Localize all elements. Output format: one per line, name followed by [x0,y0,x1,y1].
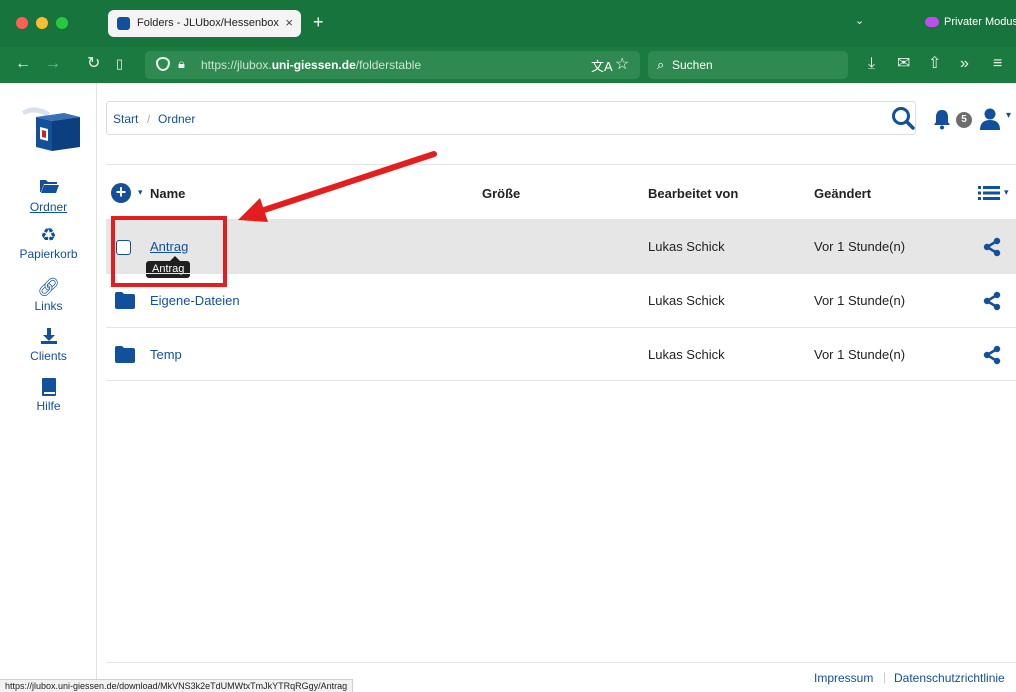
share-icon[interactable] [982,345,1002,365]
overflow-chevron-icon[interactable]: » [960,55,969,73]
column-header-name[interactable]: Name [150,186,185,201]
link-icon: 🔗︎ [37,277,60,297]
app-sidebar: Ordner ♻ Papierkorb 🔗︎ Links Clients Hil… [0,83,97,692]
bell-icon[interactable] [931,108,953,130]
impressum-link[interactable]: Impressum [814,671,873,685]
list-view-icon[interactable] [978,186,1000,200]
translate-icon[interactable]: 文A [591,56,613,75]
lock-icon[interactable]: 🔒︎ [178,56,185,72]
share-icon[interactable] [982,237,1002,257]
book-icon [0,377,97,397]
url-text[interactable]: https://jlubox.uni-giessen.de/folderstab… [201,58,421,72]
sidebar-item-papierkorb[interactable]: ♻ Papierkorb [0,225,97,261]
recycle-icon: ♻ [40,225,57,245]
sidebar-item-links[interactable]: 🔗︎ Links [0,277,97,313]
browser-tab[interactable]: Folders - JLUbox/Hessenbox × [108,10,301,37]
new-tab-button[interactable]: + [313,12,324,32]
breadcrumb-start-link[interactable]: Start [113,112,138,126]
folder-open-icon [0,178,97,198]
add-chevron-down-icon[interactable]: ▾ [138,187,143,198]
back-arrow-icon[interactable]: ← [15,55,31,73]
folder-icon [115,346,135,363]
changed-cell: Vor 1 Stunde(n) [814,293,906,308]
annotation-arrow [238,151,437,222]
annotation-highlight-box [111,216,227,287]
menu-hamburger-icon[interactable]: ≡ [993,55,1002,73]
close-window-button[interactable] [16,17,28,29]
sidebar-item-label: Clients [30,349,67,363]
sidebar-item-label: Hilfe [36,399,61,413]
folder-icon [115,292,135,309]
edited-by-cell: Lukas Schick [648,293,725,308]
table-row[interactable]: Temp Lukas Schick Vor 1 Stunde(n) [106,327,1016,381]
forward-arrow-icon[interactable]: → [45,55,61,73]
address-bar[interactable]: 🔒︎ https://jlubox.uni-giessen.de/folders… [145,51,640,79]
sidebar-item-label: Ordner [29,200,68,214]
sidebar-toggle-icon[interactable]: ▯ [116,55,123,73]
sidebar-item-label: Links [34,299,63,313]
notification-count-badge: 5 [956,112,972,128]
add-button[interactable]: + [111,183,131,203]
maximize-window-button[interactable] [56,17,68,29]
search-icon[interactable] [890,105,916,131]
edited-by-cell: Lukas Schick [648,347,725,362]
browser-tab-bar: Folders - JLUbox/Hessenbox × + ⌄ Private… [0,0,1016,47]
view-chevron-down-icon[interactable]: ▾ [1004,187,1009,198]
footer-divider [106,662,1016,663]
column-header-edited-by[interactable]: Bearbeitet von [648,186,738,201]
bookmark-star-icon[interactable]: ☆ [615,54,629,74]
tab-list-chevron-icon[interactable]: ⌄ [855,14,864,27]
private-mode-icon [925,17,939,27]
changed-cell: Vor 1 Stunde(n) [814,239,906,254]
folder-name-link[interactable]: Eigene-Dateien [150,293,240,308]
site-favicon-icon [117,17,130,30]
breadcrumb-current[interactable]: Ordner [158,112,195,126]
user-menu-chevron-down-icon[interactable]: ▾ [1006,110,1011,121]
table-row[interactable]: Eigene-Dateien Lukas Schick Vor 1 Stunde… [106,273,1016,327]
breadcrumb-separator: / [147,112,151,126]
footer-separator: | [883,670,887,684]
tracking-shield-icon[interactable] [156,57,170,71]
pocket-icon[interactable]: ✉ [897,55,910,73]
search-placeholder: Suchen [672,58,713,72]
column-header-changed[interactable]: Geändert [814,186,871,201]
download-icon [0,327,97,347]
privacy-policy-link[interactable]: Datenschutzrichtlinie [894,671,1005,685]
sidebar-item-clients[interactable]: Clients [0,327,97,363]
sidebar-item-hilfe[interactable]: Hilfe [0,377,97,413]
reload-icon[interactable]: ↻ [87,55,100,73]
user-icon[interactable] [978,107,1002,131]
tab-close-button[interactable]: × [285,15,293,30]
browser-nav-bar: ← → ↻ ▯ 🔒︎ https://jlubox.uni-giessen.de… [0,47,1016,83]
browser-status-url: https://jlubox.uni-giessen.de/download/M… [0,679,354,692]
private-mode-label: Privater Modus [944,16,1016,28]
tab-title: Folders - JLUbox/Hessenbox [137,17,279,29]
jlubox-logo[interactable] [20,103,84,153]
column-header-size[interactable]: Größe [482,186,520,201]
downloads-icon[interactable]: ⤓ [868,55,875,73]
minimize-window-button[interactable] [36,17,48,29]
browser-search-input[interactable]: ⌕ Suchen [648,51,848,79]
changed-cell: Vor 1 Stunde(n) [814,347,906,362]
sidebar-item-ordner[interactable]: Ordner [0,178,97,214]
folder-name-link[interactable]: Temp [150,347,182,362]
sidebar-item-label: Papierkorb [19,247,78,261]
extensions-icon[interactable]: ⇧ [928,55,941,73]
edited-by-cell: Lukas Schick [648,239,725,254]
breadcrumb: Start / Ordner [106,101,916,135]
share-icon[interactable] [982,291,1002,311]
search-icon: ⌕ [657,57,665,72]
